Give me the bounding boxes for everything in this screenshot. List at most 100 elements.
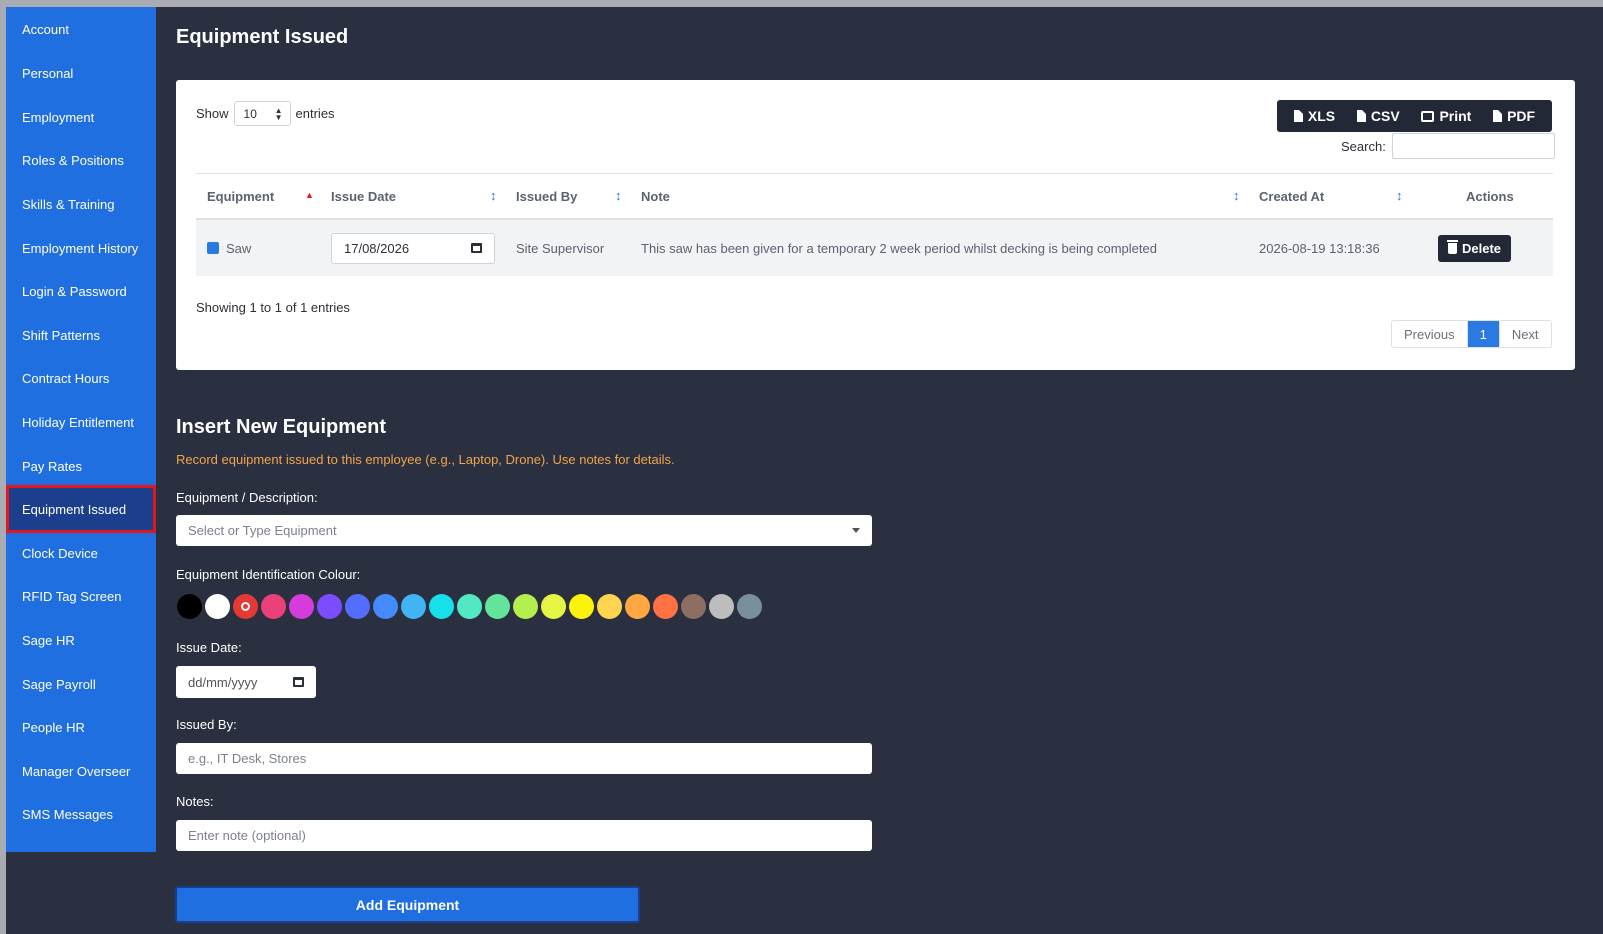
table-header: Equipment ▲ Issue Date ↕ Issued By ↕ Not…: [196, 173, 1553, 220]
column-header-actions: Actions: [1466, 174, 1514, 219]
colour-swatch-option[interactable]: [289, 594, 314, 619]
colour-swatch-option[interactable]: [233, 594, 258, 619]
column-header-label: Created At: [1259, 189, 1325, 204]
colour-swatch-option[interactable]: [457, 594, 482, 619]
colour-swatch-option[interactable]: [401, 594, 426, 619]
row-issue-date-input[interactable]: 17/08/2026: [331, 232, 495, 264]
sidebar-item-skills-training[interactable]: Skills & Training: [8, 182, 154, 226]
table-info: Showing 1 to 1 of 1 entries: [196, 300, 350, 315]
colour-swatch-option[interactable]: [681, 594, 706, 619]
sort-ascending-icon: ▲: [305, 190, 314, 200]
sidebar-item-employment-history[interactable]: Employment History: [8, 226, 154, 270]
column-header-equipment[interactable]: Equipment: [207, 174, 274, 219]
delete-label: Delete: [1462, 240, 1502, 256]
form-title: Insert New Equipment: [176, 416, 387, 438]
colour-swatch-option[interactable]: [513, 594, 538, 619]
equipment-description-placeholder: Select or Type Equipment: [188, 523, 337, 538]
search-label: Search:: [1341, 138, 1386, 154]
equipment-colour-swatch: [207, 242, 219, 254]
colour-swatch-option[interactable]: [177, 594, 202, 619]
sidebar-item-shift-patterns[interactable]: Shift Patterns: [8, 313, 154, 357]
export-pdf-button[interactable]: PDF: [1493, 108, 1535, 124]
notes-placeholder: Enter note (optional): [188, 828, 306, 843]
colour-swatch-option[interactable]: [709, 594, 734, 619]
issued-by-placeholder: e.g., IT Desk, Stores: [188, 751, 307, 766]
column-header-note[interactable]: Note: [641, 174, 670, 219]
pdf-file-icon: [1493, 110, 1503, 122]
export-xls-label: XLS: [1307, 108, 1336, 124]
select-arrows-icon: ▲ ▼: [274, 105, 283, 122]
colour-swatch-option[interactable]: [485, 594, 510, 619]
colour-swatch-option[interactable]: [205, 594, 230, 619]
notes-label: Notes:: [176, 794, 214, 809]
pagination-next[interactable]: Next: [1498, 321, 1551, 347]
export-csv-button[interactable]: CSV: [1356, 108, 1400, 124]
entries-length-control: Show 10 ▲ ▼ entries: [196, 101, 335, 126]
colour-swatch-option[interactable]: [737, 594, 762, 619]
table-search-input[interactable]: [1391, 133, 1555, 159]
cell-issue-date: 17/08/2026: [331, 220, 495, 276]
sidebar-item-employment[interactable]: Employment: [8, 95, 154, 139]
show-label: Show: [196, 106, 229, 121]
notes-input[interactable]: Enter note (optional): [176, 820, 872, 851]
export-csv-label: CSV: [1370, 108, 1400, 124]
sidebar-item-sms-messages[interactable]: SMS Messages: [8, 792, 154, 836]
calendar-icon[interactable]: [471, 243, 482, 253]
column-header-created-at[interactable]: Created At: [1259, 174, 1324, 219]
dropdown-caret-icon: [852, 528, 860, 533]
equipment-description-label: Equipment / Description:: [176, 490, 318, 505]
issue-date-input[interactable]: dd/mm/yyyy: [176, 666, 316, 698]
sidebar-item-personal[interactable]: Personal: [8, 51, 154, 95]
sort-both-icon: ↕: [615, 188, 622, 203]
colour-swatch-option[interactable]: [261, 594, 286, 619]
export-xls-button[interactable]: XLS: [1293, 108, 1336, 124]
row-issue-date-value: 17/08/2026: [344, 240, 410, 256]
sidebar-item-account[interactable]: Account: [8, 7, 154, 51]
sidebar-item-sage-hr[interactable]: Sage HR: [8, 618, 154, 662]
pagination-page-1[interactable]: 1: [1467, 321, 1499, 347]
form-hint: Record equipment issued to this employee…: [176, 452, 675, 467]
calendar-icon[interactable]: [293, 677, 304, 687]
add-equipment-button[interactable]: Add Equipment: [175, 886, 640, 923]
sidebar-item-sage-payroll[interactable]: Sage Payroll: [8, 662, 154, 706]
sort-both-icon: ↕: [490, 188, 497, 203]
pagination: Previous 1 Next: [1391, 320, 1552, 348]
table-row: Saw 17/08/2026 Site Supervisor This saw …: [196, 220, 1553, 276]
issued-by-input[interactable]: e.g., IT Desk, Stores: [176, 743, 872, 774]
sidebar-item-rfid-tag-screen[interactable]: RFID Tag Screen: [8, 574, 154, 618]
colour-swatch-option[interactable]: [345, 594, 370, 619]
colour-swatch-option[interactable]: [373, 594, 398, 619]
csv-file-icon: [1356, 110, 1366, 122]
issue-date-placeholder: dd/mm/yyyy: [188, 674, 258, 690]
colour-swatch-option[interactable]: [317, 594, 342, 619]
export-print-button[interactable]: Print: [1421, 108, 1471, 124]
colour-swatch-option[interactable]: [597, 594, 622, 619]
delete-button[interactable]: Delete: [1438, 234, 1512, 262]
column-header-label: Issue Date: [331, 189, 397, 204]
colour-swatch-option[interactable]: [429, 594, 454, 619]
trash-icon: [1447, 239, 1458, 254]
column-header-issue-date[interactable]: Issue Date: [331, 174, 396, 219]
sidebar-item-manager-overseer[interactable]: Manager Overseer: [8, 749, 154, 793]
cell-issued-by: Site Supervisor: [516, 240, 605, 256]
column-header-issued-by[interactable]: Issued By: [516, 174, 577, 219]
sidebar-item-people-hr[interactable]: People HR: [8, 705, 154, 749]
sidebar-item-login-password[interactable]: Login & Password: [8, 269, 154, 313]
column-header-label: Equipment: [207, 189, 275, 204]
equipment-description-select[interactable]: Select or Type Equipment: [176, 515, 872, 546]
page-title: Equipment Issued: [176, 26, 349, 48]
colour-swatch-option[interactable]: [541, 594, 566, 619]
entries-length-select[interactable]: 10 ▲ ▼: [233, 101, 291, 126]
column-header-label: Actions: [1466, 189, 1514, 204]
sidebar-item-equipment-issued[interactable]: Equipment Issued: [6, 485, 156, 533]
sidebar-item-contract-hours[interactable]: Contract Hours: [8, 356, 154, 400]
sidebar-item-clock-device[interactable]: Clock Device: [8, 531, 154, 575]
colour-swatch-option[interactable]: [653, 594, 678, 619]
colour-swatch-option[interactable]: [569, 594, 594, 619]
pagination-previous[interactable]: Previous: [1392, 321, 1468, 347]
sidebar-item-roles-positions[interactable]: Roles & Positions: [8, 138, 154, 182]
sidebar-item-pay-rates[interactable]: Pay Rates: [8, 444, 154, 488]
entries-label: entries: [295, 106, 335, 121]
sidebar-item-holiday-entitlement[interactable]: Holiday Entitlement: [8, 400, 154, 444]
colour-swatch-option[interactable]: [625, 594, 650, 619]
